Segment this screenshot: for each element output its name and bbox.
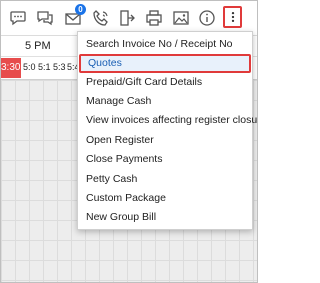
image-icon[interactable] bbox=[172, 9, 190, 27]
printer-icon[interactable] bbox=[145, 9, 163, 27]
menu-item-manage-cash[interactable]: Manage Cash bbox=[79, 92, 251, 111]
menu-item-quotes[interactable]: Quotes bbox=[79, 54, 251, 73]
logout-door-icon[interactable] bbox=[118, 9, 136, 27]
menu-item-close-payments[interactable]: Close Payments bbox=[79, 150, 251, 169]
more-options-menu: Search Invoice No / Receipt No Quotes Pr… bbox=[77, 31, 257, 230]
menu-item-open-register[interactable]: Open Register bbox=[79, 131, 251, 150]
more-options-button[interactable] bbox=[223, 6, 242, 28]
menu-item-custom-package[interactable]: Custom Package bbox=[79, 189, 251, 208]
time-slot[interactable]: 5:1 bbox=[38, 62, 51, 72]
chat-bubble-icon[interactable] bbox=[9, 9, 27, 27]
app-frame: 0 5 PM 3:30 5:0 5:1 5:3 5:4 Search Invoi bbox=[0, 0, 258, 283]
mail-icon[interactable]: 0 bbox=[64, 4, 86, 27]
info-icon[interactable] bbox=[198, 9, 216, 27]
time-slot[interactable]: 5:0 bbox=[23, 62, 36, 72]
menu-item-search-invoice[interactable]: Search Invoice No / Receipt No bbox=[79, 35, 251, 54]
current-time-marker: 3:30 bbox=[1, 58, 21, 78]
phone-icon[interactable] bbox=[92, 9, 110, 27]
chat-messages-icon[interactable] bbox=[36, 9, 54, 27]
menu-item-view-invoices-register[interactable]: View invoices affecting register closure bbox=[79, 111, 257, 130]
time-slot[interactable]: 5:3 bbox=[53, 62, 66, 72]
menu-item-prepaid-gift-card[interactable]: Prepaid/Gift Card Details bbox=[79, 73, 251, 92]
time-header-label: 5 PM bbox=[25, 40, 51, 52]
more-vertical-icon bbox=[231, 11, 234, 23]
mail-badge: 0 bbox=[75, 4, 86, 15]
menu-item-petty-cash[interactable]: Petty Cash bbox=[79, 170, 251, 189]
menu-item-new-group-bill[interactable]: New Group Bill bbox=[79, 208, 251, 227]
